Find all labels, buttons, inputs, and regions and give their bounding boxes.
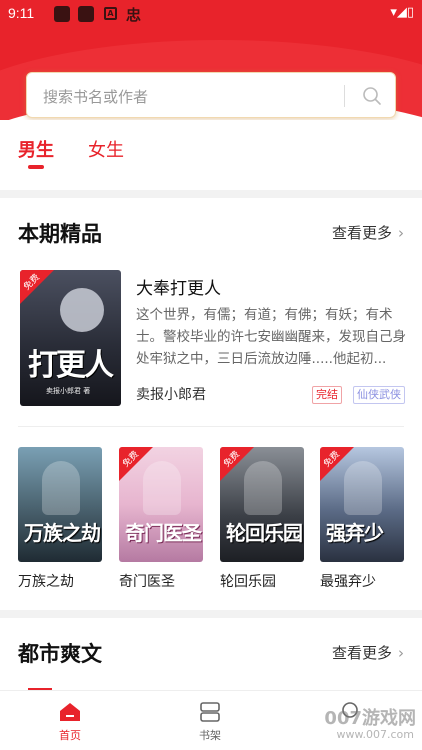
cover-title: 万族之劫: [24, 521, 101, 545]
section-title: 本期精品: [18, 222, 102, 246]
cover-moon: [60, 288, 104, 332]
cover-title: 轮回乐园: [226, 521, 303, 545]
bookshelf-icon: [200, 702, 220, 722]
book-title[interactable]: 奇门医圣: [119, 571, 175, 591]
book-card[interactable]: 奇门医圣 免费 奇门医圣: [119, 447, 203, 590]
signal-battery-icons: ▾◢▯: [390, 5, 414, 20]
nav-home-label: 首页: [59, 729, 81, 742]
book-cover[interactable]: 轮回乐园 免费: [220, 447, 304, 562]
featured-book-description: 这个世界，有儒；有道；有佛；有妖；有术士。警校毕业的许七安幽幽醒来，发现自己身处…: [136, 307, 406, 367]
search-divider: [344, 85, 345, 107]
search-bar[interactable]: 搜索书名或作者: [26, 72, 396, 118]
tab-male[interactable]: 男生: [18, 136, 54, 162]
app-notification-icon: [78, 6, 94, 22]
book-cover[interactable]: 奇门医圣 免费: [119, 447, 203, 562]
featured-book-title[interactable]: 大奉打更人: [136, 274, 221, 299]
app-notification-icon: 忠: [126, 6, 142, 24]
status-tag: 完结: [312, 386, 342, 404]
view-more-link[interactable]: 查看更多 ›: [332, 222, 404, 243]
featured-book-author: 卖报小郎君: [136, 387, 206, 403]
tab-female[interactable]: 女生: [88, 136, 124, 162]
gender-tabs: 男生 女生: [0, 120, 422, 190]
watermark: 007游戏网: [324, 708, 416, 729]
home-icon: [60, 703, 80, 721]
book-title[interactable]: 最强弃少: [320, 571, 376, 591]
view-more-label: 查看更多: [331, 224, 392, 242]
book-title[interactable]: 轮回乐园: [220, 571, 276, 591]
watermark-url: www.007.com: [336, 728, 414, 741]
active-tab-indicator: [28, 165, 44, 169]
nav-bookshelf-label: 书架: [199, 729, 221, 742]
chevron-right-icon: ›: [398, 224, 404, 242]
featured-book-cover[interactable]: 打更人 卖报小郎君 著 免费: [20, 270, 121, 406]
section-title: 都市爽文: [18, 642, 102, 666]
category-tag: 仙侠武侠: [353, 386, 405, 404]
book-card[interactable]: 万族之劫 万族之劫: [18, 447, 102, 590]
search-input[interactable]: 搜索书名或作者: [43, 86, 148, 107]
section-featured: 本期精品 查看更多 › 打更人 卖报小郎君 著 免费 大奉打更人 这个世界，有儒；…: [0, 198, 422, 610]
font-notification-icon: A: [104, 7, 117, 20]
divider: [18, 426, 404, 427]
book-card[interactable]: 轮回乐园 免费 轮回乐园: [220, 447, 304, 590]
app-notification-icon: [54, 6, 70, 22]
cover-title: 奇门医圣: [125, 521, 202, 545]
view-more-label: 查看更多: [331, 644, 392, 662]
book-cover[interactable]: 强弃少 免费: [320, 447, 404, 562]
book-title[interactable]: 万族之劫: [18, 571, 74, 591]
cover-title: 打更人: [28, 348, 114, 383]
section-urban: 都市爽文 查看更多 ›: [0, 618, 422, 690]
book-cover[interactable]: 万族之劫: [18, 447, 102, 562]
search-icon[interactable]: [361, 85, 383, 107]
cover-title: 强弃少: [326, 521, 384, 545]
view-more-link[interactable]: 查看更多 ›: [332, 642, 404, 663]
status-time: 9:11: [8, 5, 35, 21]
book-card[interactable]: 强弃少 免费 最强弃少: [320, 447, 404, 590]
status-bar: 9:11 A 忠 ▾◢▯: [0, 0, 422, 28]
nav-bookshelf[interactable]: 书架: [180, 701, 240, 743]
cover-subtitle: 卖报小郎君 著: [46, 387, 91, 395]
nav-home[interactable]: 首页: [40, 701, 100, 743]
chevron-right-icon: ›: [398, 644, 404, 662]
